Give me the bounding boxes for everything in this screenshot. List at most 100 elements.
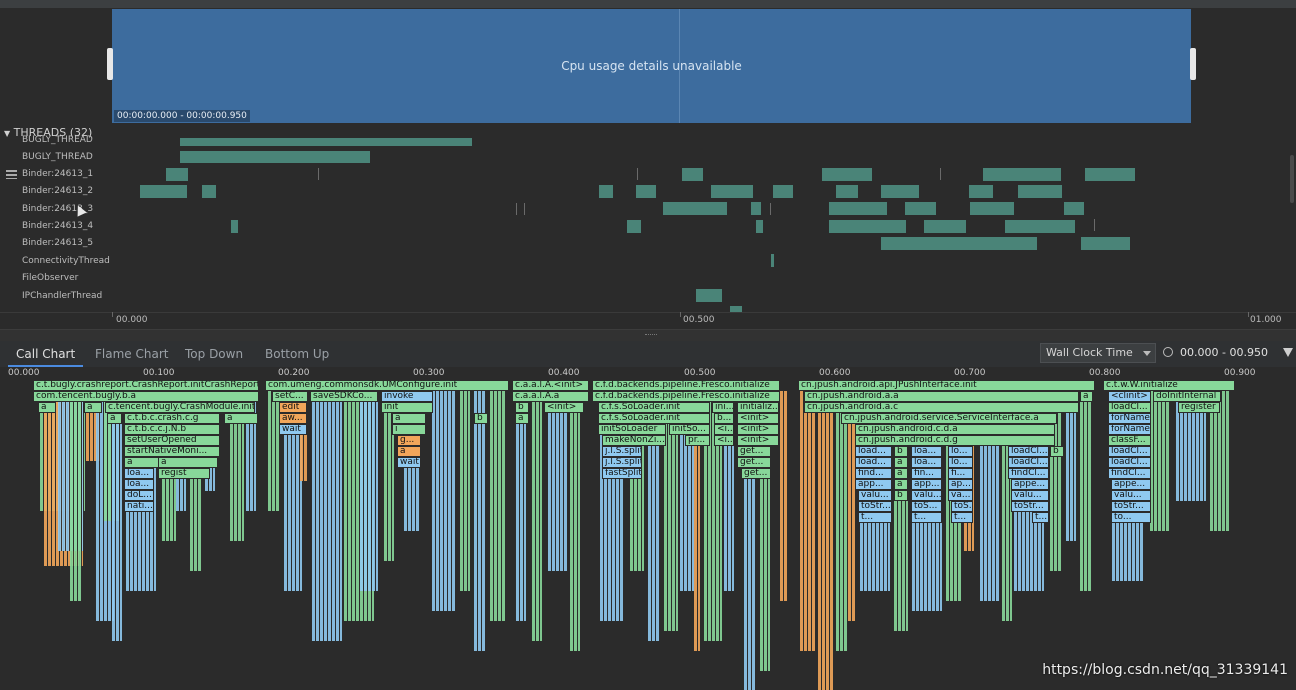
selection-handle-left[interactable] — [107, 48, 113, 80]
call-frame[interactable]: register — [1178, 402, 1220, 413]
chevron-down-icon[interactable] — [1143, 351, 1151, 356]
threads-scrollbar[interactable] — [1290, 155, 1294, 203]
call-frame[interactable]: loa... — [911, 457, 942, 468]
call-frame[interactable]: app... — [911, 479, 942, 490]
call-frame[interactable]: <i... — [714, 424, 734, 435]
call-frame[interactable]: loa... — [911, 446, 942, 457]
call-frame[interactable]: cn.jpush.android.api.JPushInterface.init — [798, 380, 1095, 391]
call-frame[interactable]: com.tencent.bugly.b.a — [33, 391, 259, 402]
call-frame[interactable]: com.umeng.commonsdk.UMConfigure.init — [265, 380, 509, 391]
thread-label[interactable]: BUGLY_THREAD — [22, 152, 93, 162]
call-frame[interactable]: forName — [1108, 413, 1151, 424]
call-frame[interactable]: fi... — [948, 468, 973, 479]
call-frame[interactable]: i — [392, 424, 426, 435]
call-chart-canvas[interactable]: c.t.bugly.crashreport.CrashReport.initCr… — [0, 379, 1296, 690]
call-frame[interactable]: doL... — [124, 490, 154, 501]
call-frame[interactable]: lo... — [948, 446, 973, 457]
call-frame[interactable]: toStr... — [1111, 501, 1151, 512]
call-frame[interactable]: invoke — [381, 391, 433, 402]
call-frame[interactable]: <clinit> — [1108, 391, 1151, 402]
thread-label[interactable]: IPChandlerThread — [22, 291, 102, 301]
call-frame[interactable]: doInitInternal — [1153, 391, 1221, 402]
call-frame[interactable]: c.f.d.backends.pipeline.Fresco.initializ… — [592, 380, 780, 391]
thread-label[interactable]: ConnectivityThread — [22, 256, 110, 266]
call-frame[interactable]: c.tencent.bugly.CrashModule.init — [105, 402, 255, 413]
call-frame[interactable]: wait — [279, 424, 307, 435]
thread-label[interactable]: Binder:24613_4 — [22, 221, 93, 231]
call-frame[interactable]: appe... — [1111, 479, 1151, 490]
call-frame[interactable]: get... — [741, 468, 771, 479]
call-frame[interactable]: appe... — [1011, 479, 1049, 490]
call-frame[interactable]: wait — [397, 457, 421, 468]
call-frame[interactable]: a — [397, 446, 421, 457]
tab-call-chart[interactable]: Call Chart — [8, 341, 84, 367]
call-frame[interactable]: aw... — [279, 413, 307, 424]
thread-label[interactable]: BUGLY_THREAD — [22, 135, 93, 145]
call-frame[interactable]: c.t.w.W.initialize — [1103, 380, 1235, 391]
call-frame[interactable]: valu... — [911, 490, 942, 501]
call-frame[interactable]: cn.jpush.android.c.d.a — [855, 424, 1055, 435]
call-frame[interactable]: makeNonZi... — [602, 435, 666, 446]
call-frame[interactable]: a — [894, 468, 908, 479]
call-frame[interactable]: classF... — [1108, 435, 1151, 446]
call-frame[interactable]: loadCl... — [1108, 402, 1151, 413]
call-frame[interactable]: a — [124, 457, 160, 468]
call-frame[interactable]: valu... — [858, 490, 892, 501]
call-frame[interactable]: loadCl... — [1108, 446, 1151, 457]
call-frame[interactable]: loadCl... — [1008, 457, 1049, 468]
call-frame[interactable]: fin... — [911, 468, 942, 479]
call-frame[interactable]: loa... — [124, 468, 154, 479]
call-frame[interactable]: toStr... — [858, 501, 892, 512]
call-frame[interactable]: t... — [951, 512, 973, 523]
call-frame[interactable]: b... — [714, 413, 734, 424]
call-frame[interactable]: a — [1080, 391, 1093, 402]
call-frame[interactable]: va... — [948, 490, 973, 501]
call-frame[interactable]: toStr... — [1011, 501, 1049, 512]
call-frame[interactable]: to... — [1111, 512, 1151, 523]
call-frame[interactable]: a — [392, 413, 426, 424]
call-frame[interactable]: t... — [858, 512, 892, 523]
call-frame[interactable]: get... — [737, 446, 771, 457]
call-frame[interactable]: toS... — [911, 501, 942, 512]
call-frame[interactable]: saveSDKCo... — [310, 391, 378, 402]
call-frame[interactable]: startNativeMoni... — [124, 446, 220, 457]
call-frame[interactable]: ini... — [712, 402, 734, 413]
call-frame[interactable]: c.f.s.SoLoader.init — [598, 402, 710, 413]
drag-handle-icon[interactable] — [6, 170, 17, 179]
call-frame[interactable]: j.l.S.split — [602, 446, 642, 457]
tab-top-down[interactable]: Top Down — [177, 341, 251, 367]
call-frame[interactable]: a — [515, 413, 529, 424]
call-frame[interactable]: t... — [1032, 512, 1049, 523]
call-frame[interactable]: load... — [855, 457, 892, 468]
splitter-grip-icon[interactable] — [645, 334, 657, 337]
call-frame[interactable]: initializ... — [737, 402, 779, 413]
call-frame[interactable]: valu... — [1111, 490, 1151, 501]
call-frame[interactable]: t... — [911, 512, 942, 523]
call-frame[interactable]: lo... — [948, 457, 973, 468]
call-frame[interactable]: setC... — [272, 391, 308, 402]
call-frame[interactable]: c.t.b.c.c.j.N.b — [124, 424, 220, 435]
call-frame[interactable]: <init> — [737, 424, 779, 435]
call-frame[interactable]: b — [894, 446, 908, 457]
call-frame[interactable]: cn.jpush.android.c.d.g — [855, 435, 1055, 446]
call-frame[interactable]: g... — [397, 435, 421, 446]
call-frame[interactable]: app... — [855, 479, 892, 490]
call-frame[interactable]: b — [894, 490, 908, 501]
call-frame[interactable]: cn.jpush.android.a.c — [804, 402, 1079, 413]
call-frame[interactable]: nati... — [124, 501, 154, 512]
call-frame[interactable]: loadCl... — [1008, 446, 1049, 457]
call-frame[interactable]: findCl... — [1108, 468, 1151, 479]
filter-icon[interactable] — [1283, 348, 1293, 357]
call-frame[interactable]: a — [894, 479, 908, 490]
thread-label[interactable]: FileObserver — [22, 273, 78, 283]
call-frame[interactable]: ap... — [948, 479, 973, 490]
call-frame[interactable]: c.t.bugly.crashreport.CrashReport.initCr… — [33, 380, 259, 391]
selection-handle-right[interactable] — [1190, 48, 1196, 80]
call-frame[interactable]: a — [158, 457, 218, 468]
call-frame[interactable]: findCl... — [1008, 468, 1049, 479]
call-frame[interactable]: c.f.d.backends.pipeline.Fresco.initializ… — [592, 391, 780, 402]
call-frame[interactable]: get... — [737, 457, 771, 468]
call-frame[interactable]: cn.jpush.android.service.ServiceInterfac… — [841, 413, 1057, 424]
call-frame[interactable]: toS... — [951, 501, 973, 512]
call-frame[interactable]: a — [38, 402, 56, 413]
